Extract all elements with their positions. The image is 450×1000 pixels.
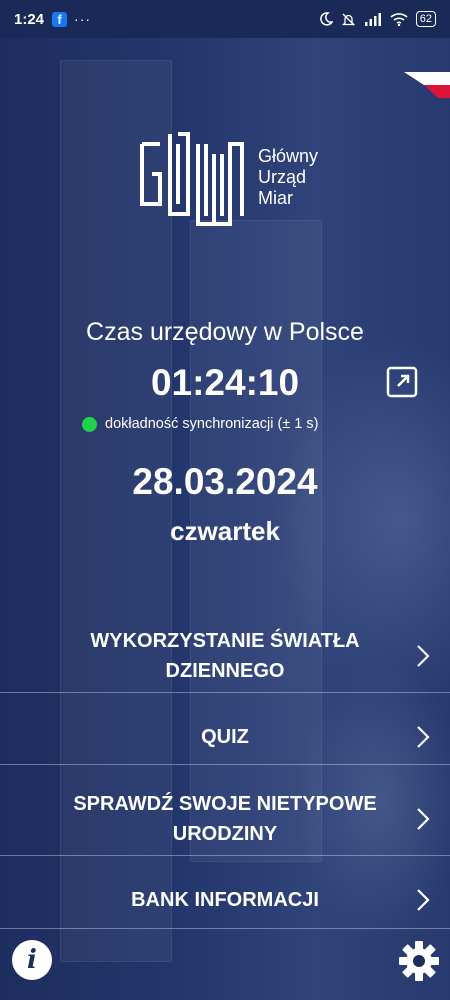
menu-item-label: WYKORZYSTANIE ŚWIATŁA DZIENNEGO xyxy=(90,630,360,682)
brand-line: Urząd xyxy=(258,167,307,187)
menu-item-label: QUIZ xyxy=(201,726,249,748)
menu-item-label: BANK INFORMACJI xyxy=(131,889,319,911)
status-bar: 1:24 f ··· 62 xyxy=(0,0,450,38)
wifi-icon xyxy=(390,13,408,26)
info-icon[interactable]: i xyxy=(12,940,52,980)
sync-indicator-icon xyxy=(82,416,97,432)
official-time: 01:24:10 xyxy=(150,362,300,403)
page-title: Czas urzędowy w Polsce xyxy=(86,318,364,346)
chevron-right-icon xyxy=(417,645,430,667)
menu-item-unusual-birthdays[interactable]: SPRAWDŹ SWOJE NIETYPOWE URODZINY xyxy=(0,778,450,860)
brand-name: Główny Urząd Miar xyxy=(258,146,318,209)
menu-divider xyxy=(0,855,450,856)
status-time: 1:24 xyxy=(14,10,45,28)
more-notifications-icon: ··· xyxy=(74,11,92,27)
chevron-right-icon xyxy=(417,889,430,911)
battery-icon: 62 xyxy=(415,11,436,27)
brand-line: Miar xyxy=(258,188,293,208)
menu-divider xyxy=(0,928,450,929)
sync-label: dokładność synchronizacji (± 1 s) xyxy=(105,416,319,432)
menu-divider xyxy=(0,692,450,693)
gum-logo-icon xyxy=(140,132,244,226)
menu-item-daylight-saving[interactable]: WYKORZYSTANIE ŚWIATŁA DZIENNEGO xyxy=(0,620,450,692)
menu-divider xyxy=(0,764,450,765)
moon-icon xyxy=(319,12,333,26)
gear-icon[interactable] xyxy=(398,940,440,982)
sync-status: dokładność synchronizacji (± 1 s) xyxy=(82,416,318,432)
chevron-right-icon xyxy=(417,726,430,748)
menu-item-quiz[interactable]: QUIZ xyxy=(0,702,450,772)
expand-icon[interactable] xyxy=(386,366,418,398)
chevron-right-icon xyxy=(417,808,430,830)
menu-item-label: SPRAWDŹ SWOJE NIETYPOWE URODZINY xyxy=(73,793,377,845)
brand-line: Główny xyxy=(258,146,319,166)
mute-icon xyxy=(341,13,355,25)
facebook-icon: f xyxy=(52,11,68,27)
current-date: 28.03.2024 xyxy=(132,461,318,502)
menu-item-information-bank[interactable]: BANK INFORMACJI xyxy=(0,870,450,930)
signal-icon xyxy=(364,13,381,26)
current-weekday: czwartek xyxy=(170,516,280,546)
flag-icon xyxy=(404,72,450,98)
